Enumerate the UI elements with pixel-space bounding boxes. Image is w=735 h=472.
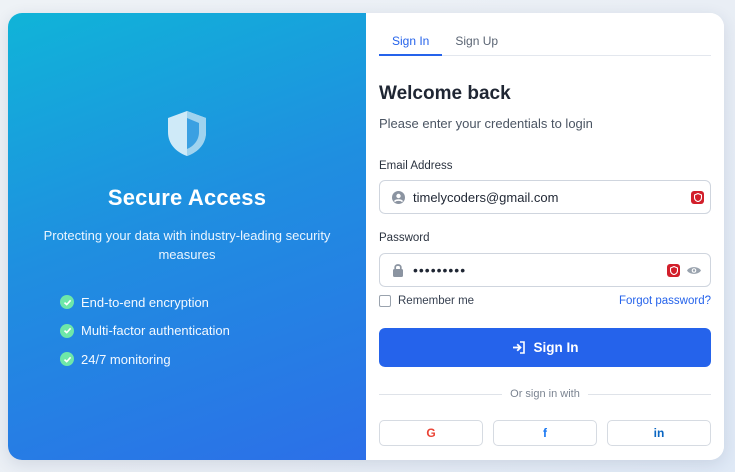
remember-me[interactable]: Remember me: [379, 295, 474, 307]
tab-sign-up[interactable]: Sign Up: [442, 29, 511, 56]
feature-item: Multi-factor authentication: [60, 317, 230, 346]
remember-label: Remember me: [398, 295, 475, 307]
divider: Or sign in with: [379, 387, 712, 401]
form-subtitle: Please enter your credentials to login: [379, 116, 593, 131]
brand-panel: Secure Access Protecting your data with …: [8, 13, 366, 460]
shield-icon: [163, 108, 211, 158]
feature-label: Multi-factor authentication: [81, 323, 230, 339]
divider-line: [587, 393, 712, 395]
feature-item: 24/7 monitoring: [60, 345, 230, 374]
feature-label: 24/7 monitoring: [81, 351, 171, 367]
sign-in-button[interactable]: Sign In: [379, 328, 711, 367]
password-field[interactable]: •••••••••: [379, 253, 711, 287]
linkedin-sign-in-button[interactable]: in: [607, 420, 711, 446]
auth-tabs: Sign In Sign Up: [379, 29, 711, 56]
remember-checkbox[interactable]: [379, 295, 391, 307]
check-icon: [60, 323, 74, 338]
linkedin-icon: in: [653, 426, 665, 440]
form-panel: Sign In Sign Up Welcome back Please ente…: [366, 13, 724, 460]
google-icon: G: [426, 426, 436, 440]
password-label: Password: [379, 232, 430, 244]
form-title: Welcome back: [379, 83, 511, 104]
lock-icon: [391, 263, 405, 277]
facebook-icon: f: [543, 426, 547, 440]
password-value: •••••••••: [413, 262, 467, 278]
forgot-password-link[interactable]: Forgot password?: [619, 295, 711, 307]
feature-item: End-to-end encryption: [60, 288, 230, 317]
google-sign-in-button[interactable]: G: [379, 420, 483, 446]
facebook-sign-in-button[interactable]: f: [493, 420, 597, 446]
feature-list: End-to-end encryption Multi-factor authe…: [60, 288, 230, 374]
email-label: Email Address: [379, 160, 453, 172]
email-value: timelycoders@gmail.com: [413, 189, 559, 205]
tab-sign-in[interactable]: Sign In: [379, 29, 443, 56]
divider-line: [379, 393, 503, 395]
check-icon: [60, 352, 74, 367]
brand-title: Secure Access: [107, 185, 267, 210]
divider-label: Or sign in with: [510, 388, 580, 400]
eye-icon[interactable]: [686, 265, 702, 276]
feature-label: End-to-end encryption: [81, 294, 209, 310]
password-manager-icon[interactable]: [691, 190, 704, 204]
user-icon: [391, 190, 405, 204]
email-field[interactable]: timelycoders@gmail.com: [379, 180, 711, 214]
check-icon: [60, 295, 74, 310]
login-arrow-icon: [512, 341, 526, 354]
auth-card: Secure Access Protecting your data with …: [8, 13, 724, 460]
sign-in-button-label: Sign In: [533, 340, 579, 355]
password-manager-icon[interactable]: [667, 263, 680, 277]
brand-subtitle: Protecting your data with industry-leadi…: [43, 228, 331, 262]
